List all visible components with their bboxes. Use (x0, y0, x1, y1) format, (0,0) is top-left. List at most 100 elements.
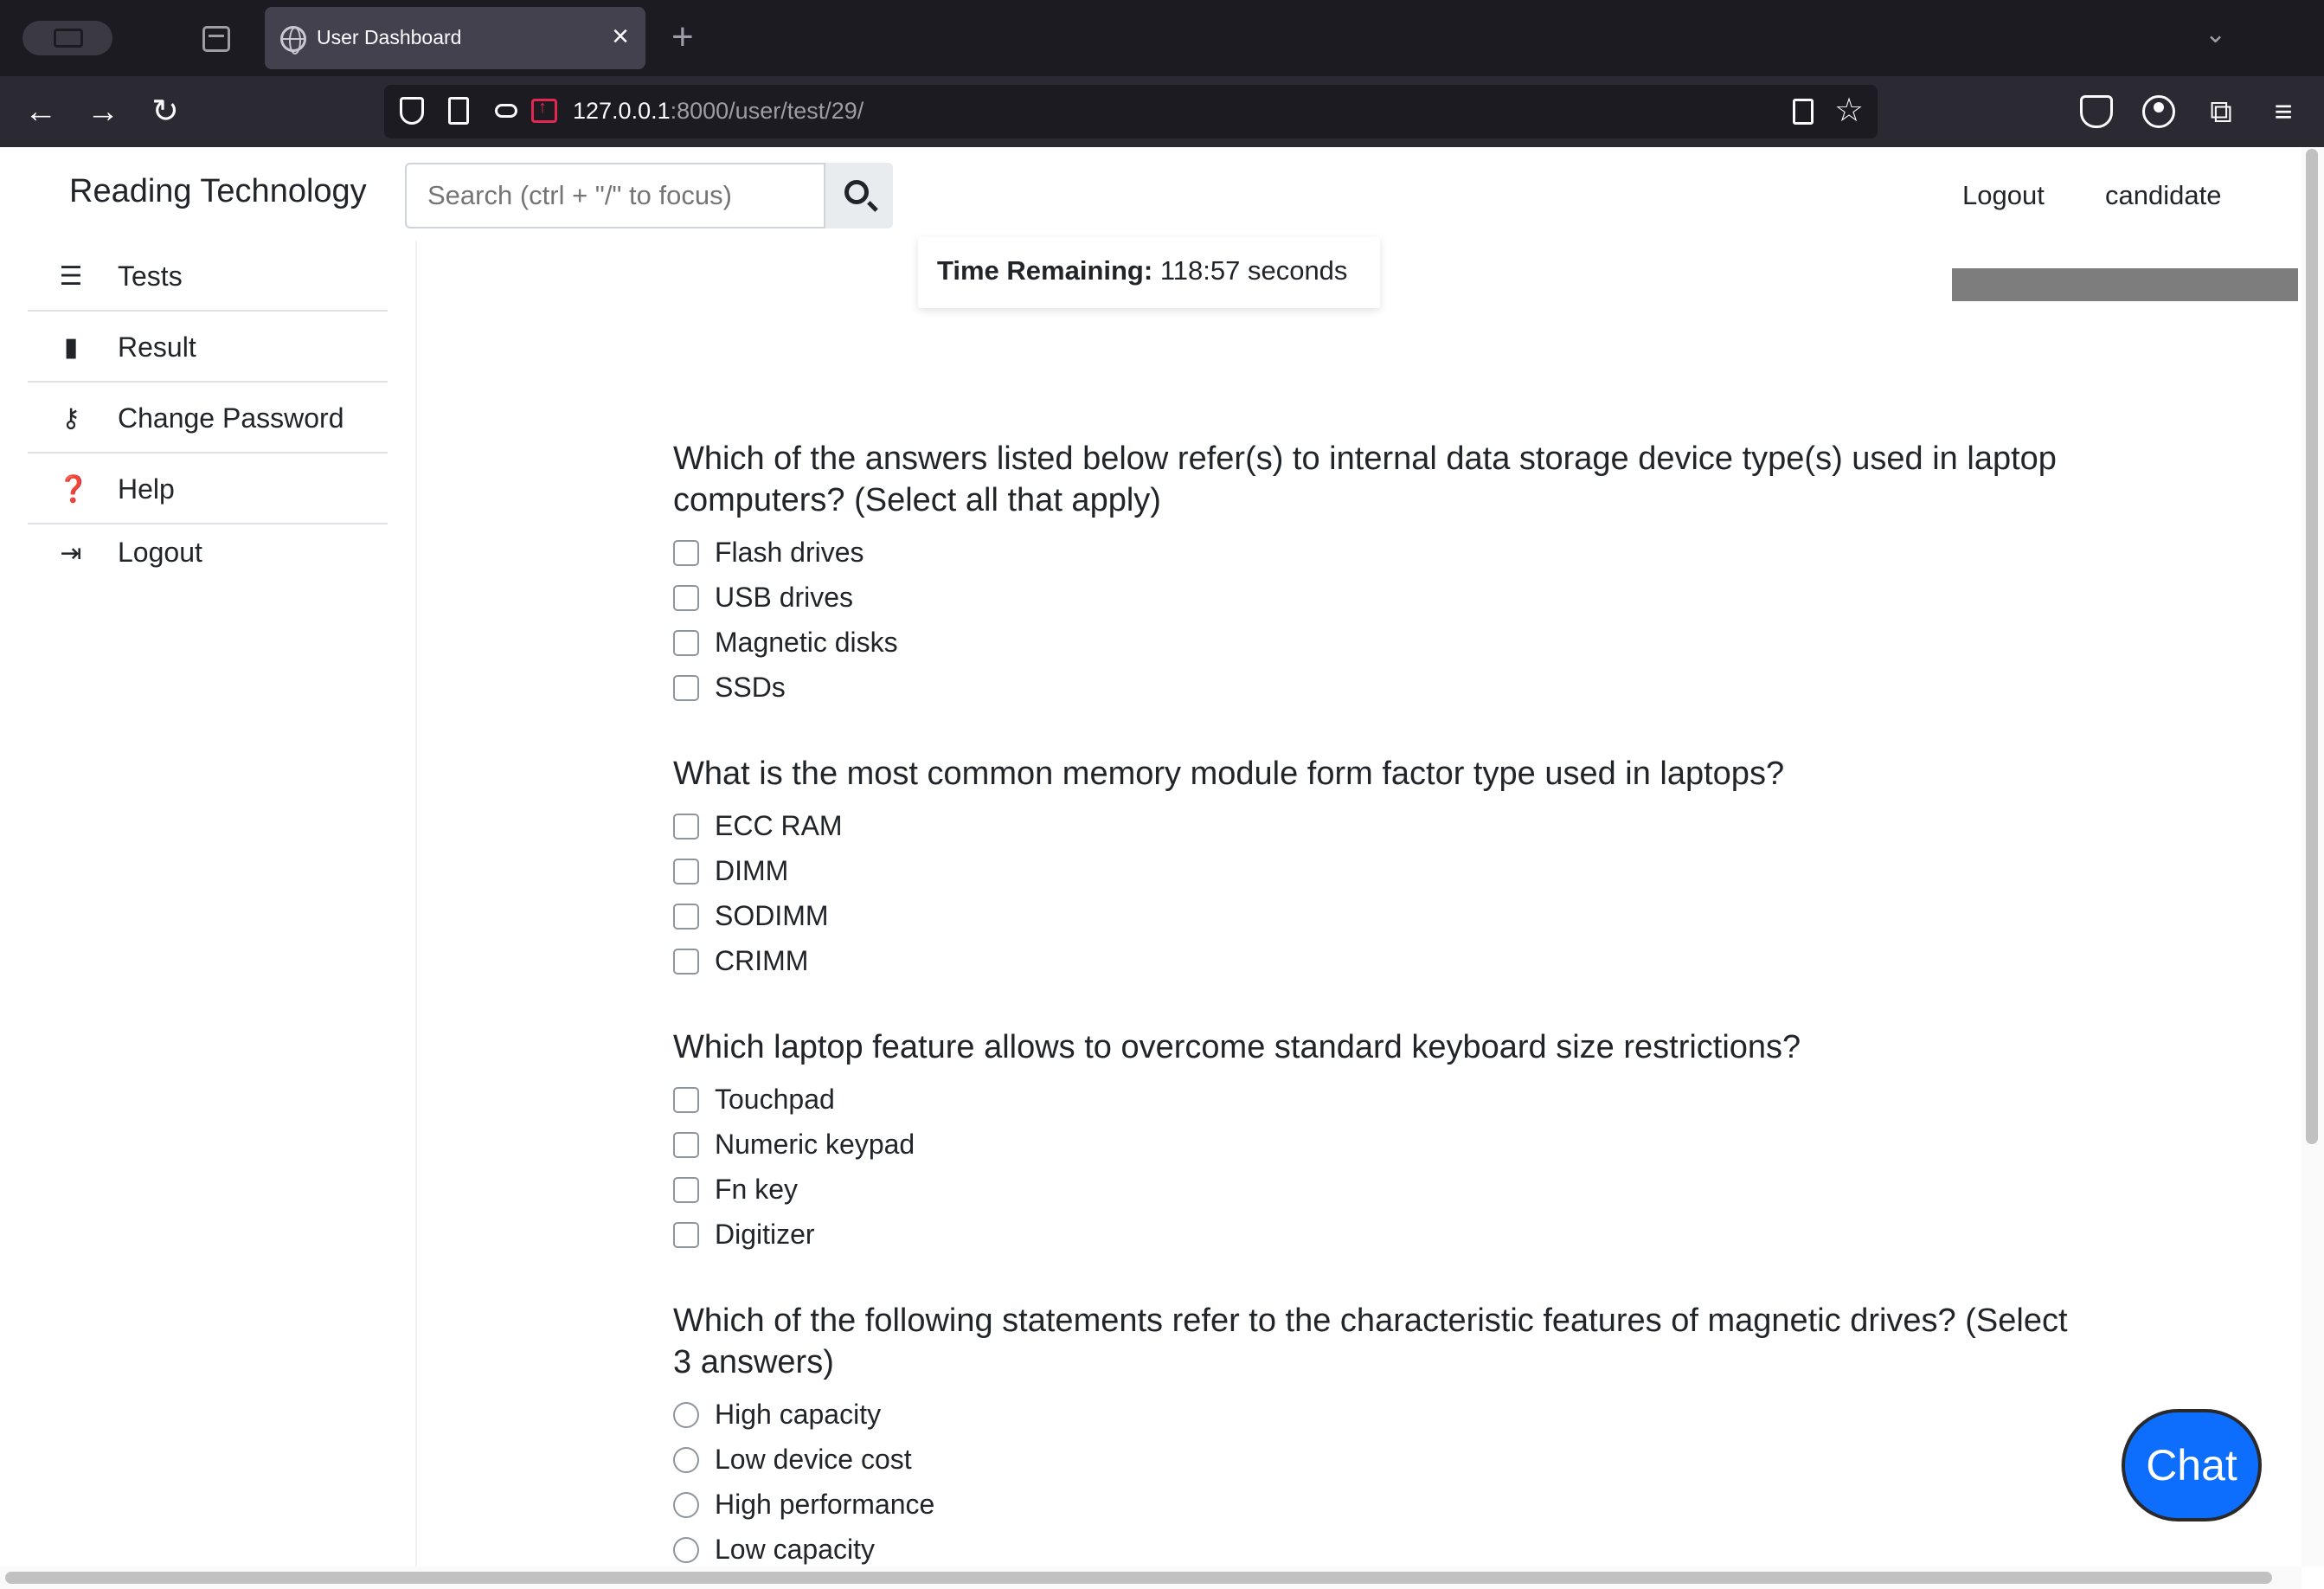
back-arrow-icon[interactable]: ← (19, 90, 62, 133)
answer-checkbox[interactable] (673, 630, 699, 656)
answer-label[interactable]: Flash drives (715, 537, 864, 569)
progress-bar (1952, 268, 2298, 301)
answer-option[interactable]: SSDs (673, 665, 2092, 710)
answer-option[interactable]: USB drives (673, 575, 2092, 620)
forward-arrow-icon[interactable]: → (81, 90, 125, 133)
answer-label[interactable]: Fn key (715, 1174, 798, 1206)
question-text: Which of the following statements refer … (673, 1303, 2068, 1380)
sidebar-toggle-icon[interactable] (22, 21, 112, 55)
sidebar-item-label: Change Password (118, 402, 344, 434)
question-text: Which of the answers listed below refer(… (673, 441, 2057, 518)
bookmark-star-icon[interactable]: ☆ (1834, 92, 1864, 130)
answer-radio[interactable] (673, 1537, 699, 1563)
user-menu[interactable]: candidate (2105, 180, 2221, 211)
answer-radio[interactable] (673, 1447, 699, 1473)
sidebar-item-label: Help (118, 473, 175, 505)
answer-label[interactable]: CRIMM (715, 945, 808, 977)
answer-label[interactable]: ECC RAM (715, 810, 843, 842)
horizontal-scrollbar[interactable] (0, 1566, 2302, 1589)
answer-checkbox[interactable] (673, 814, 699, 840)
answer-label[interactable]: Numeric keypad (715, 1129, 915, 1161)
sidebar-item-logout[interactable]: ⇥ Logout (28, 524, 388, 582)
new-tab-icon[interactable]: + (671, 17, 694, 57)
reader-view-icon[interactable] (1793, 99, 1814, 125)
page-info-icon[interactable] (448, 97, 469, 125)
answer-label[interactable]: SODIMM (715, 900, 829, 932)
answer-option[interactable]: Flash drives (673, 530, 2092, 575)
answer-radio[interactable] (673, 1402, 699, 1428)
hamburger-menu-icon[interactable]: ≡ (2267, 95, 2300, 128)
answer-checkbox[interactable] (673, 859, 699, 885)
answer-label[interactable]: SSDs (715, 672, 786, 704)
close-tab-icon[interactable]: × (607, 19, 633, 54)
answer-label[interactable]: Magnetic disks (715, 627, 898, 659)
site-header: Reading Technology Logout candidate (0, 147, 2302, 241)
tab-title: User Dashboard (317, 26, 462, 48)
chevron-down-icon[interactable]: ⌄ (2205, 19, 2226, 49)
answer-label[interactable]: Touchpad (715, 1084, 835, 1116)
sidebar-item-change-password[interactable]: ⚷ Change Password (28, 383, 388, 454)
answer-label[interactable]: Low capacity (715, 1534, 875, 1566)
globe-icon (280, 26, 306, 55)
answer-label[interactable]: High capacity (715, 1399, 881, 1431)
answer-label[interactable]: High performance (715, 1489, 934, 1521)
brand-title[interactable]: Reading Technology (69, 173, 367, 210)
answer-checkbox[interactable] (673, 1222, 699, 1248)
browser-nav-bar: ← → ↻ 127.0.0.1:8000/user/test/29/ ☆ ⧉ ≡ (0, 76, 2324, 147)
search-button[interactable] (825, 163, 893, 228)
sidebar-item-label: Logout (118, 537, 202, 568)
sidebar-item-tests[interactable]: ☰ Tests (28, 241, 388, 312)
autoplay-blocked-icon[interactable] (531, 98, 557, 123)
question-text: Which laptop feature allows to overcome … (673, 1029, 1801, 1065)
answer-option[interactable]: DIMM (673, 848, 2092, 893)
time-remaining-panel: Time Remaining: 118:57 seconds (918, 237, 1380, 308)
shield-icon[interactable] (400, 97, 424, 125)
answer-option[interactable]: Fn key (673, 1167, 2092, 1212)
answer-checkbox[interactable] (673, 1087, 699, 1113)
address-bar[interactable]: 127.0.0.1:8000/user/test/29/ ☆ (384, 85, 1878, 138)
answer-label[interactable]: Low device cost (715, 1444, 912, 1476)
sidebar-item-help[interactable]: ❓ Help (28, 454, 388, 524)
answer-checkbox[interactable] (673, 540, 699, 566)
browser-tab-active[interactable]: User Dashboard × (265, 7, 645, 69)
time-remaining-label: Time Remaining: (937, 255, 1153, 286)
scrollbar-thumb[interactable] (5, 1572, 2272, 1584)
answer-option[interactable]: Magnetic disks (673, 620, 2092, 665)
pocket-icon[interactable] (2080, 95, 2113, 128)
answer-option[interactable]: High performance (673, 1482, 2092, 1527)
answer-checkbox[interactable] (673, 1132, 699, 1158)
answer-checkbox[interactable] (673, 585, 699, 611)
url-text[interactable]: 127.0.0.1:8000/user/test/29/ (573, 98, 863, 125)
search-input[interactable] (405, 163, 825, 228)
answer-checkbox[interactable] (673, 949, 699, 975)
clipboard-icon: ▮ (63, 333, 79, 362)
tab-overview-icon[interactable] (202, 26, 230, 52)
answer-option[interactable]: Digitizer (673, 1212, 2092, 1257)
reload-icon[interactable]: ↻ (144, 90, 187, 133)
answer-option[interactable]: Low device cost (673, 1437, 2092, 1482)
header-logout-link[interactable]: Logout (1962, 180, 2045, 211)
extensions-icon[interactable]: ⧉ (2205, 95, 2237, 128)
answer-checkbox[interactable] (673, 675, 699, 701)
answer-option[interactable]: Numeric keypad (673, 1122, 2092, 1167)
answer-option[interactable]: Touchpad (673, 1077, 2092, 1122)
answer-radio[interactable] (673, 1492, 699, 1518)
answer-option[interactable]: ECC RAM (673, 803, 2092, 848)
answer-option[interactable]: High capacity (673, 1392, 2092, 1437)
answer-checkbox[interactable] (673, 1177, 699, 1203)
question-circle-icon: ❓ (57, 475, 90, 504)
answer-label[interactable]: USB drives (715, 582, 853, 614)
account-icon[interactable] (2142, 95, 2175, 128)
scrollbar-thumb[interactable] (2306, 149, 2318, 1144)
vertical-scrollbar[interactable] (2302, 147, 2324, 1566)
answer-option[interactable]: CRIMM (673, 938, 2092, 983)
chat-button[interactable]: Chat (2122, 1409, 2262, 1521)
answer-label[interactable]: DIMM (715, 855, 788, 887)
answer-label[interactable]: Digitizer (715, 1219, 815, 1251)
answer-option[interactable]: SODIMM (673, 893, 2092, 938)
permissions-icon[interactable] (495, 104, 517, 118)
answer-option[interactable]: Low capacity (673, 1527, 2092, 1572)
answer-checkbox[interactable] (673, 904, 699, 930)
sidebar-item-result[interactable]: ▮ Result (28, 312, 388, 383)
search-icon (844, 180, 869, 204)
